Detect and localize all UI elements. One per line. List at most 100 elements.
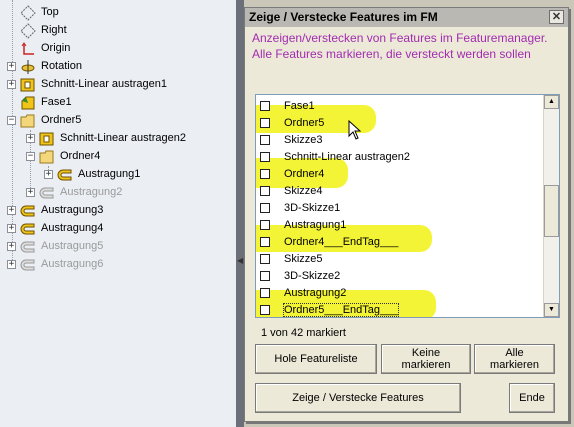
feature-list-item[interactable]: Skizze4	[260, 182, 323, 199]
get-feature-list-button[interactable]: Hole Featureliste	[255, 344, 377, 374]
feature-list-item[interactable]: Skizze5	[260, 250, 323, 267]
feature-checkbox[interactable]	[260, 253, 270, 264]
tree-item-label: Ordner4	[60, 150, 101, 162]
feature-list-item[interactable]: Ordner5___EndTag___	[260, 301, 400, 317]
instructions-text: Anzeigen/verstecken von Features im Feat…	[252, 31, 548, 61]
expand-icon[interactable]: +	[7, 80, 16, 89]
expand-icon[interactable]: +	[7, 260, 16, 269]
feature-list-item[interactable]: 3D-Skizze2	[260, 267, 340, 284]
feature-list-item[interactable]: Ordner4	[260, 165, 324, 182]
feature-list-item-label: Skizze5	[284, 252, 323, 265]
tree-item-chamfer[interactable]: Fase1	[0, 94, 236, 112]
tree-item-extrude-2[interactable]: + Austragung2	[0, 184, 236, 202]
tree-item-rotation[interactable]: + Rotation	[0, 58, 236, 76]
tree-item-label: Fase1	[41, 96, 72, 108]
tree-item-top[interactable]: Top	[0, 4, 236, 22]
collapse-icon[interactable]: −	[7, 116, 16, 125]
feature-checkbox[interactable]	[260, 100, 270, 111]
tree-item-extrude-3[interactable]: + Austragung3	[0, 202, 236, 220]
feature-list-item-label: Ordner4	[284, 167, 325, 180]
expand-icon[interactable]: +	[7, 224, 16, 233]
collapse-arrow-icon[interactable]: ◀	[237, 256, 243, 265]
mark-all-button[interactable]: Alle markieren	[474, 344, 555, 374]
feature-list-item-label: Schnitt-Linear austragen2	[284, 150, 410, 163]
tree-item-label: Austragung1	[78, 168, 141, 180]
mouse-cursor-icon	[348, 120, 362, 140]
feature-list-item[interactable]: Fase1	[260, 97, 315, 114]
feature-list-item-label: Austragung1	[284, 218, 347, 231]
tree-item-label: Schnitt-Linear austragen2	[60, 132, 186, 144]
feature-checkbox[interactable]	[260, 219, 270, 230]
tree-item-folder-ordner5[interactable]: − Ordner5	[0, 112, 236, 130]
expand-icon[interactable]: +	[26, 188, 35, 197]
cut-extrude-icon	[20, 78, 35, 92]
feature-checkbox[interactable]	[260, 236, 270, 247]
feature-list-item-label: 3D-Skizze2	[284, 269, 341, 282]
tree-item-label: Top	[41, 6, 59, 18]
extrude-icon	[20, 241, 35, 253]
expand-icon[interactable]: +	[7, 62, 16, 71]
tree-item-extrude-4[interactable]: + Austragung4	[0, 220, 236, 238]
feature-checkbox[interactable]	[260, 270, 270, 281]
extrude-icon	[20, 223, 35, 235]
mark-none-button[interactable]: Keine markieren	[381, 344, 471, 374]
feature-checkbox[interactable]	[260, 287, 270, 298]
origin-icon	[21, 42, 34, 55]
panel-splitter[interactable]	[236, 0, 244, 427]
feature-list-item[interactable]: 3D-Skizze1	[260, 199, 340, 216]
tree-item-extrude-1[interactable]: + Austragung1	[0, 166, 236, 184]
vertical-scrollbar[interactable]: ▲ ▼	[543, 95, 559, 317]
end-button[interactable]: Ende	[509, 383, 555, 413]
feature-list-item-label: Fase1	[284, 99, 315, 112]
tree-item-label: Austragung4	[41, 222, 104, 234]
expand-icon[interactable]: +	[44, 170, 53, 179]
feature-checkbox[interactable]	[260, 304, 270, 315]
feature-list-item[interactable]: Ordner4___EndTag___	[260, 233, 398, 250]
folder-icon	[39, 150, 54, 164]
tree-item-folder-ordner4[interactable]: − Ordner4	[0, 148, 236, 166]
feature-checkbox[interactable]	[260, 168, 270, 179]
scroll-thumb[interactable]	[544, 185, 559, 237]
tree-item-right[interactable]: Right	[0, 22, 236, 40]
extrude-icon	[39, 187, 54, 199]
tree-item-origin[interactable]: Origin	[0, 40, 236, 58]
close-button[interactable]: ✕	[549, 10, 564, 24]
feature-listbox[interactable]: Fase1 Ordner5 Skizze3 Schnitt-Linear austra…	[255, 94, 560, 318]
tree-item-label: Austragung5	[41, 240, 104, 252]
feature-list-item[interactable]: Ordner5	[260, 114, 324, 131]
feature-checkbox[interactable]	[260, 134, 270, 145]
expand-icon[interactable]: +	[7, 242, 16, 251]
tree-item-label: Schnitt-Linear austragen1	[41, 78, 167, 90]
selection-status: 1 von 42 markiert	[261, 327, 346, 339]
feature-list-item[interactable]: Austragung2	[260, 284, 346, 301]
tree-item-cut-extrude-1[interactable]: + Schnitt-Linear austragen1	[0, 76, 236, 94]
scroll-down-button[interactable]: ▼	[544, 303, 559, 317]
dialog-title: Zeige / Verstecke Features im FM	[249, 10, 438, 24]
feature-list-item[interactable]: Austragung1	[260, 216, 346, 233]
tree-item-extrude-5[interactable]: + Austragung5	[0, 238, 236, 256]
toggle-features-button[interactable]: Zeige / Verstecke Features	[255, 383, 461, 413]
plane-icon	[20, 5, 36, 21]
plane-icon	[20, 23, 36, 39]
feature-list-item[interactable]: Schnitt-Linear austragen2	[260, 148, 410, 165]
collapse-icon[interactable]: −	[26, 152, 35, 161]
scroll-up-button[interactable]: ▲	[544, 95, 559, 109]
feature-checkbox[interactable]	[260, 117, 270, 128]
tree-item-label: Austragung2	[60, 186, 123, 198]
tree-item-label: Ordner5	[41, 114, 82, 126]
tree-item-label: Austragung3	[41, 204, 104, 216]
feature-list-item-label: Austragung2	[284, 286, 347, 299]
expand-icon[interactable]: +	[7, 206, 16, 215]
feature-list-item-label: Ordner5___EndTag___	[282, 302, 400, 317]
feature-checkbox[interactable]	[260, 185, 270, 196]
expand-icon[interactable]: +	[26, 134, 35, 143]
dialog-titlebar[interactable]: Zeige / Verstecke Features im FM	[245, 8, 568, 27]
feature-checkbox[interactable]	[260, 151, 270, 162]
tree-item-cut-extrude-2[interactable]: + Schnitt-Linear austragen2	[0, 130, 236, 148]
feature-list-item[interactable]: Skizze3	[260, 131, 323, 148]
feature-list-item-label: Ordner5	[284, 116, 325, 129]
tree-item-extrude-6[interactable]: + Austragung6	[0, 256, 236, 274]
feature-checkbox[interactable]	[260, 202, 270, 213]
tree-item-label: Origin	[41, 42, 71, 54]
extrude-icon	[20, 259, 35, 271]
